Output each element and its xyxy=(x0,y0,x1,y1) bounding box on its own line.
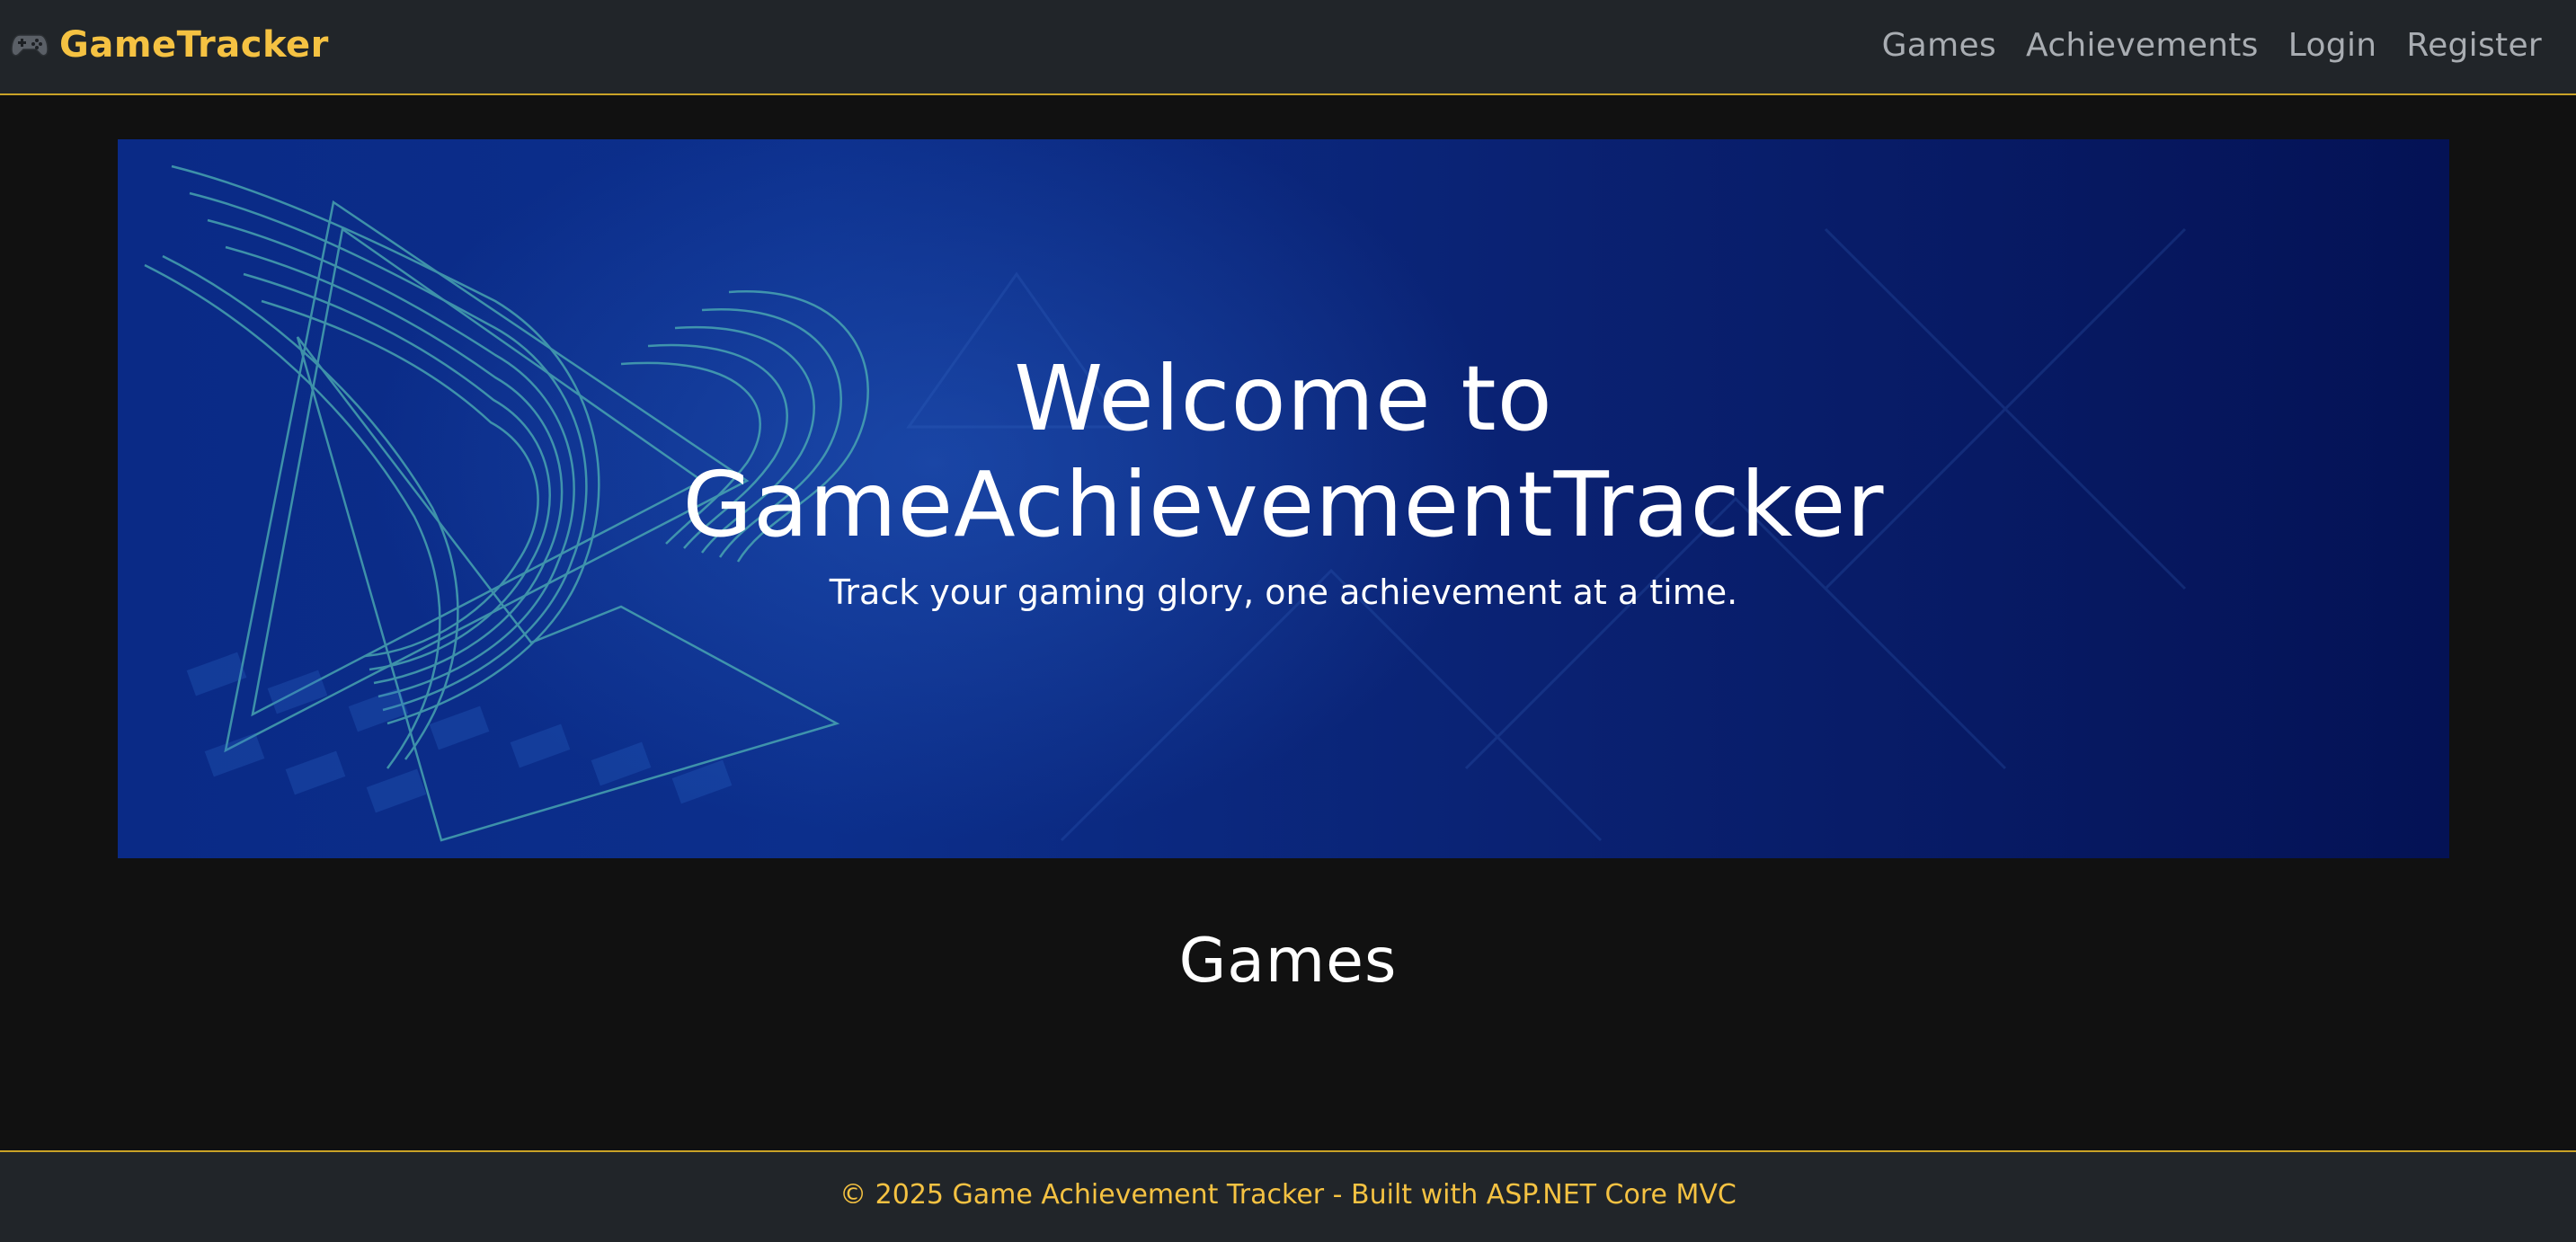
nav-link-achievements[interactable]: Achievements xyxy=(2026,27,2259,64)
hero-subtitle: Track your gaming glory, one achievement… xyxy=(829,572,1738,612)
nav-links: Games Achievements Login Register xyxy=(1882,20,2542,70)
brand-link[interactable]: GameTracker xyxy=(11,20,329,70)
games-section-title: Games xyxy=(1178,926,1398,997)
hero-title-line1: Welcome to xyxy=(1014,346,1553,451)
nav-link-games[interactable]: Games xyxy=(1882,27,1996,64)
nav-link-register[interactable]: Register xyxy=(2406,27,2542,64)
hero-content: Welcome to GameAchievementTracker Track … xyxy=(118,139,2449,858)
footer-text: © 2025 Game Achievement Tracker - Built … xyxy=(839,1179,1737,1211)
footer: © 2025 Game Achievement Tracker - Built … xyxy=(0,1150,2576,1242)
gamepad-icon xyxy=(11,34,49,57)
hero-title-line2: GameAchievementTracker xyxy=(682,452,1885,557)
navbar: GameTracker Games Achievements Login Reg… xyxy=(0,0,2576,95)
nav-link-login[interactable]: Login xyxy=(2288,27,2377,64)
hero-title: Welcome to GameAchievementTracker xyxy=(118,346,2449,558)
hero-banner: Welcome to GameAchievementTracker Track … xyxy=(118,139,2449,858)
brand-text: GameTracker xyxy=(59,24,329,66)
